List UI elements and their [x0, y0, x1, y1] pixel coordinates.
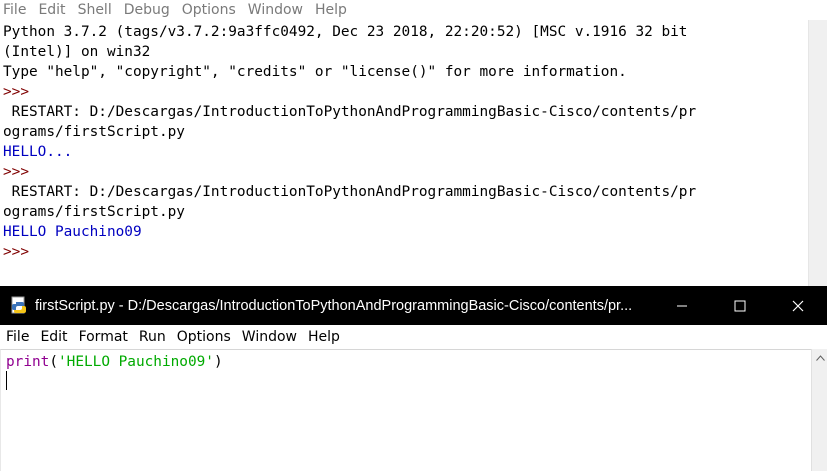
shell-menu-shell[interactable]: Shell [74, 2, 116, 18]
shell-menu-debug[interactable]: Debug [120, 2, 174, 18]
maximize-icon [734, 300, 746, 311]
minimize-icon [677, 305, 687, 306]
shell-menu-file[interactable]: File [0, 2, 30, 18]
editor-menu-options[interactable]: Options [173, 329, 235, 345]
shell-prompt: >>> [3, 84, 29, 100]
shell-line: RESTART: D:/Descargas/IntroductionToPyth… [3, 104, 697, 120]
shell-menu-help[interactable]: Help [311, 2, 351, 18]
open-paren: ( [49, 354, 58, 370]
maximize-button[interactable] [711, 286, 769, 325]
shell-scrollbar[interactable] [808, 20, 827, 286]
shell-menubar: File Edit Shell Debug Options Window Hel… [0, 0, 827, 20]
editor-menu-help[interactable]: Help [304, 329, 344, 345]
shell-line: Type "help", "copyright", "credits" or "… [3, 64, 627, 80]
close-paren: ) [213, 354, 223, 370]
shell-line: ograms/firstScript.py [3, 124, 185, 140]
close-icon [792, 300, 804, 311]
minimize-button[interactable] [653, 286, 711, 325]
editor-menu-run[interactable]: Run [135, 329, 170, 345]
editor-window-title: firstScript.py - D:/Descargas/Introducti… [35, 297, 633, 314]
code-editor[interactable]: print('HELLO Pauchino09') [0, 349, 811, 471]
python-file-icon [9, 296, 29, 316]
shell-line: (Intel)] on win32 [3, 44, 151, 60]
scroll-up-icon[interactable] [812, 349, 827, 366]
shell-line: RESTART: D:/Descargas/IntroductionToPyth… [3, 184, 697, 200]
editor-titlebar[interactable]: firstScript.py - D:/Descargas/Introducti… [0, 286, 827, 325]
shell-line: ograms/firstScript.py [3, 204, 185, 220]
shell-menu-edit[interactable]: Edit [34, 2, 69, 18]
code-line: print('HELLO Pauchino09') [6, 352, 223, 372]
editor-menu-edit[interactable]: Edit [36, 329, 71, 345]
editor-menu-format[interactable]: Format [75, 329, 132, 345]
editor-menubar: File Edit Format Run Options Window Help [0, 325, 827, 349]
builtin-keyword: print [6, 354, 50, 370]
string-literal: 'HELLO Pauchino09' [58, 354, 214, 370]
shell-menu-window[interactable]: Window [244, 2, 307, 18]
shell-menu-options[interactable]: Options [178, 2, 240, 18]
shell-program-output: HELLO... [3, 144, 73, 160]
shell-program-output: HELLO Pauchino09 [3, 224, 142, 240]
editor-menu-window[interactable]: Window [238, 329, 301, 345]
shell-line: Python 3.7.2 (tags/v3.7.2:9a3ffc0492, De… [3, 24, 688, 40]
editor-scrollbar[interactable] [811, 349, 827, 471]
shell-output-area[interactable]: Python 3.7.2 (tags/v3.7.2:9a3ffc0492, De… [0, 22, 808, 284]
editor-menu-file[interactable]: File [0, 329, 33, 345]
shell-prompt: >>> [3, 244, 29, 260]
close-button[interactable] [769, 286, 827, 325]
shell-prompt: >>> [3, 164, 29, 180]
text-cursor [6, 371, 7, 390]
